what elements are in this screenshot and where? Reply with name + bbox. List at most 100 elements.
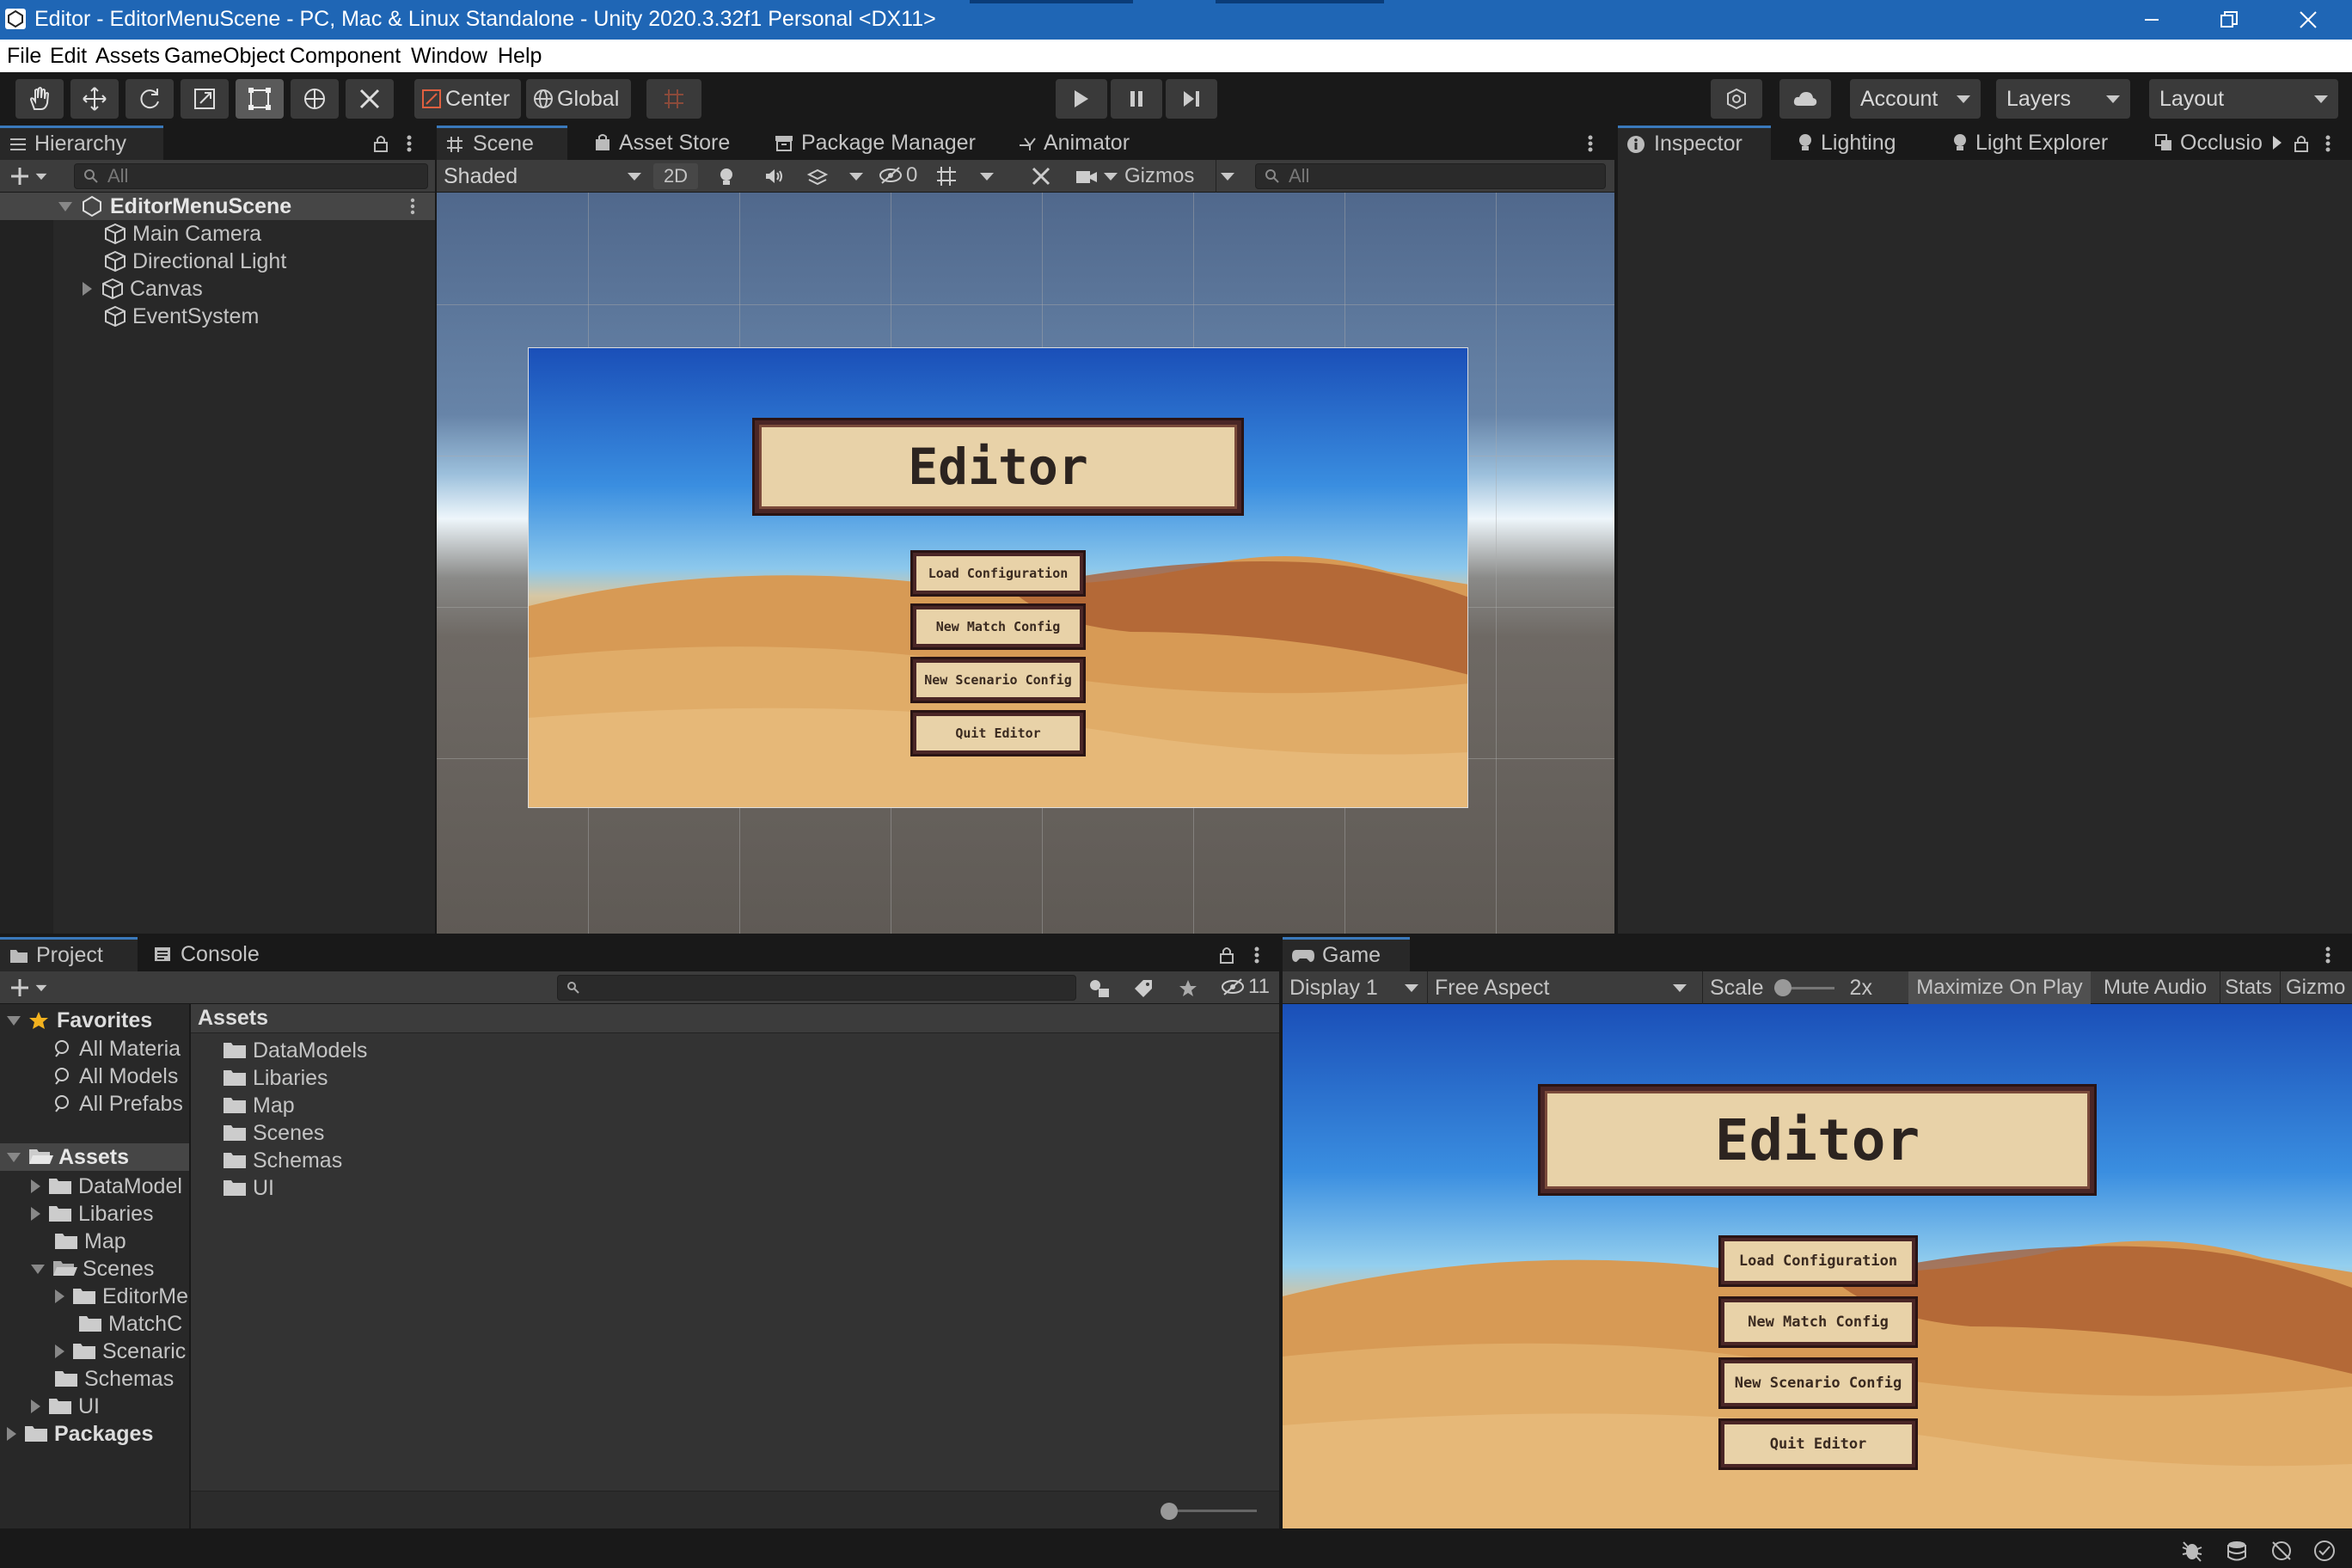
cloud-button[interactable] — [1779, 79, 1831, 119]
expand-arrow-icon[interactable] — [83, 282, 92, 296]
expand-arrow-icon[interactable] — [31, 1207, 40, 1221]
maximize-on-play-toggle[interactable]: Maximize On Play — [1908, 971, 2091, 1004]
favorite-all-prefabs[interactable]: All Prefabs — [53, 1090, 183, 1118]
pivot-center-toggle[interactable]: Center — [414, 79, 521, 119]
aspect-dropdown[interactable]: Free Aspect — [1427, 971, 1694, 1004]
tab-game[interactable]: Game — [1283, 937, 1410, 971]
audio-icon[interactable] — [763, 167, 784, 186]
play-button[interactable] — [1056, 79, 1107, 119]
asset-folder-scenes[interactable]: Scenes — [222, 1119, 324, 1147]
menu-help[interactable]: Help — [498, 44, 542, 69]
account-dropdown[interactable]: Account — [1850, 79, 1981, 119]
restore-button[interactable] — [2190, 0, 2268, 40]
tree-folder-map[interactable]: Map — [53, 1228, 126, 1255]
progress-check-icon[interactable] — [2312, 1539, 2337, 1563]
tab-occlusion[interactable]: Occlusio — [2146, 126, 2275, 160]
lock-icon[interactable] — [1219, 946, 1234, 965]
create-button[interactable] — [9, 165, 48, 187]
kebab-menu-icon[interactable] — [2324, 946, 2331, 965]
hierarchy-item-canvas[interactable]: Canvas — [83, 275, 203, 303]
asset-folder-schemas[interactable]: Schemas — [222, 1147, 342, 1174]
label-tag-icon[interactable] — [1133, 978, 1154, 999]
chevron-down-icon[interactable] — [1104, 173, 1118, 181]
packages-root-folder[interactable]: Packages — [7, 1420, 153, 1448]
create-asset-button[interactable] — [9, 977, 48, 999]
menu-gameobject[interactable]: GameObject — [164, 44, 285, 69]
chevron-down-icon[interactable] — [1221, 173, 1234, 181]
scene-search-input[interactable]: All — [1255, 163, 1606, 189]
favorites-header[interactable]: Favorites — [7, 1008, 152, 1033]
mute-audio-toggle[interactable]: Mute Audio — [2094, 971, 2216, 1004]
star-icon[interactable] — [1178, 978, 1198, 999]
scale-slider-track[interactable] — [1773, 979, 1834, 996]
game-view[interactable]: Editor Load Configuration New Match Conf… — [1283, 1004, 2352, 1528]
asset-folder-datamodels[interactable]: DataModels — [222, 1037, 367, 1064]
scale-slider-thumb[interactable] — [1773, 979, 1792, 996]
scale-tool-button[interactable] — [181, 79, 229, 119]
new-scenario-config-button[interactable]: New Scenario Config — [1718, 1357, 1918, 1409]
new-match-config-button[interactable]: New Match Config — [1718, 1296, 1918, 1348]
kebab-menu-icon[interactable] — [2324, 134, 2331, 153]
expand-arrow-icon[interactable] — [7, 1152, 21, 1162]
kebab-menu-icon[interactable] — [406, 134, 413, 153]
tab-light-explorer[interactable]: Light Explorer — [1943, 126, 2141, 160]
layout-dropdown[interactable]: Layout — [2149, 79, 2338, 119]
hierarchy-item-eventsystem[interactable]: EventSystem — [103, 303, 259, 330]
tree-folder-editormenu[interactable]: EditorMe — [55, 1283, 188, 1310]
asset-folder-map[interactable]: Map — [222, 1092, 295, 1119]
hierarchy-item-main-camera[interactable]: Main Camera — [103, 220, 261, 248]
assets-root-folder[interactable]: Assets — [0, 1143, 189, 1171]
tab-inspector[interactable]: Inspector — [1618, 126, 1771, 160]
kebab-menu-icon[interactable] — [1253, 946, 1260, 965]
tab-hierarchy[interactable]: Hierarchy — [0, 126, 163, 160]
tree-folder-schemas[interactable]: Schemas — [53, 1365, 174, 1393]
menu-file[interactable]: File — [7, 44, 41, 69]
gizmos-dropdown[interactable]: Gizmos — [1124, 160, 1210, 193]
tree-folder-ui[interactable]: UI — [31, 1393, 100, 1420]
filter-by-type-icon[interactable] — [1088, 978, 1111, 999]
expand-arrow-icon[interactable] — [31, 1179, 40, 1193]
transform-tool-button[interactable] — [291, 79, 339, 119]
draw-mode-dropdown[interactable]: Shaded — [444, 160, 648, 193]
grid-visibility-icon[interactable] — [935, 165, 959, 187]
load-configuration-button[interactable]: Load Configuration — [1718, 1235, 1918, 1287]
bug-icon[interactable] — [2180, 1539, 2204, 1563]
tab-lighting[interactable]: Lighting — [1788, 126, 1943, 160]
asset-folder-libaries[interactable]: Libaries — [222, 1064, 328, 1092]
expand-arrow-icon[interactable] — [31, 1264, 45, 1274]
tab-scene[interactable]: Scene — [437, 126, 567, 160]
cache-server-icon[interactable] — [2225, 1539, 2249, 1563]
favorite-all-materials[interactable]: All Materia — [53, 1035, 181, 1063]
tools-icon[interactable] — [1030, 165, 1054, 187]
new-match-config-button[interactable]: New Match Config — [910, 603, 1086, 650]
expand-arrow-icon[interactable] — [31, 1400, 40, 1413]
asset-folder-ui[interactable]: UI — [222, 1174, 274, 1202]
assets-breadcrumb[interactable]: Assets — [191, 1004, 1279, 1033]
lock-icon[interactable] — [2294, 134, 2309, 153]
move-tool-button[interactable] — [70, 79, 119, 119]
tree-folder-matchconfig[interactable]: MatchC — [77, 1310, 182, 1338]
hidden-packages-toggle[interactable]: 11 — [1221, 975, 1270, 999]
expand-arrow-icon[interactable] — [55, 1344, 64, 1358]
camera-icon[interactable] — [1075, 168, 1099, 186]
tab-overflow-arrow-icon[interactable] — [2273, 136, 2282, 150]
minimize-button[interactable] — [2113, 0, 2190, 40]
rect-tool-button[interactable] — [236, 79, 284, 119]
kebab-menu-icon[interactable] — [1587, 134, 1594, 153]
kebab-menu-icon[interactable] — [409, 198, 416, 215]
lightbulb-icon[interactable] — [717, 167, 736, 187]
chevron-down-icon[interactable] — [849, 173, 863, 181]
effects-icon[interactable] — [806, 167, 829, 187]
tab-asset-store[interactable]: Asset Store — [585, 126, 748, 160]
stats-toggle[interactable]: Stats — [2220, 971, 2276, 1004]
close-button[interactable] — [2269, 0, 2347, 40]
pause-button[interactable] — [1111, 79, 1162, 119]
chevron-down-icon[interactable] — [980, 173, 994, 181]
expand-arrow-icon[interactable] — [55, 1289, 64, 1303]
menu-assets[interactable]: Assets — [95, 44, 160, 69]
tab-animator[interactable]: Animator — [1009, 126, 1155, 160]
tab-project[interactable]: Project — [0, 937, 138, 971]
tab-console[interactable]: Console — [144, 937, 291, 971]
tree-folder-scenario[interactable]: Scenaric — [55, 1338, 186, 1365]
menu-edit[interactable]: Edit — [50, 44, 87, 69]
